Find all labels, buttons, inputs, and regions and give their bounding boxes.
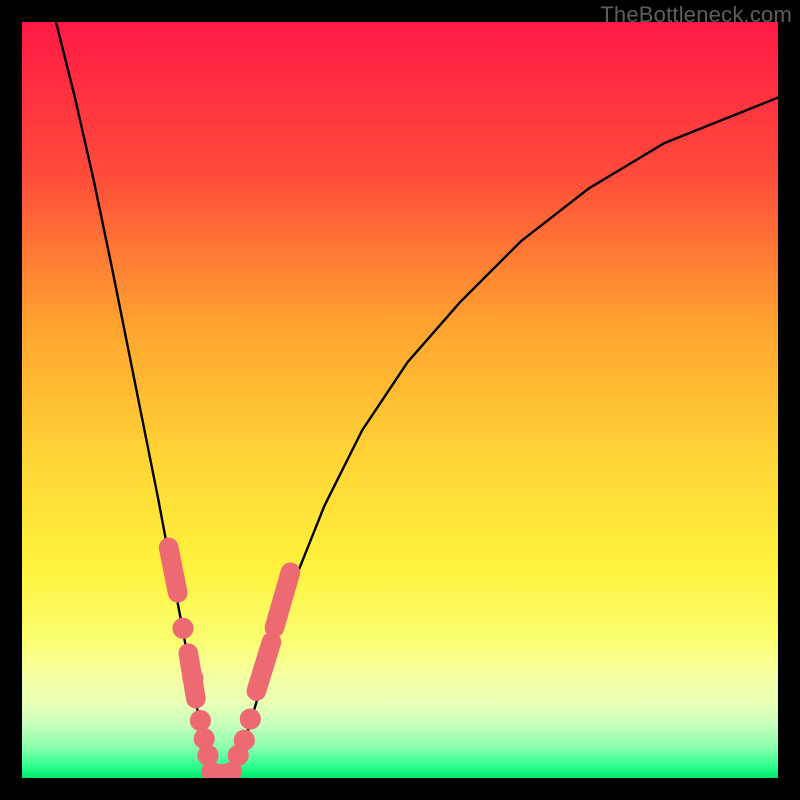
watermark-text: TheBottleneck.com (600, 2, 792, 28)
bottleneck-chart (22, 22, 778, 778)
chart-background (22, 22, 778, 778)
chart-frame (22, 22, 778, 778)
marker-left-dot-1 (182, 668, 203, 689)
marker-left-dot-2 (190, 710, 211, 731)
marker-right-dot-2 (240, 708, 261, 729)
marker-right-dot-1 (234, 730, 255, 751)
marker-left-capsule-0 (169, 547, 178, 592)
marker-left-dot-0 (172, 618, 193, 639)
